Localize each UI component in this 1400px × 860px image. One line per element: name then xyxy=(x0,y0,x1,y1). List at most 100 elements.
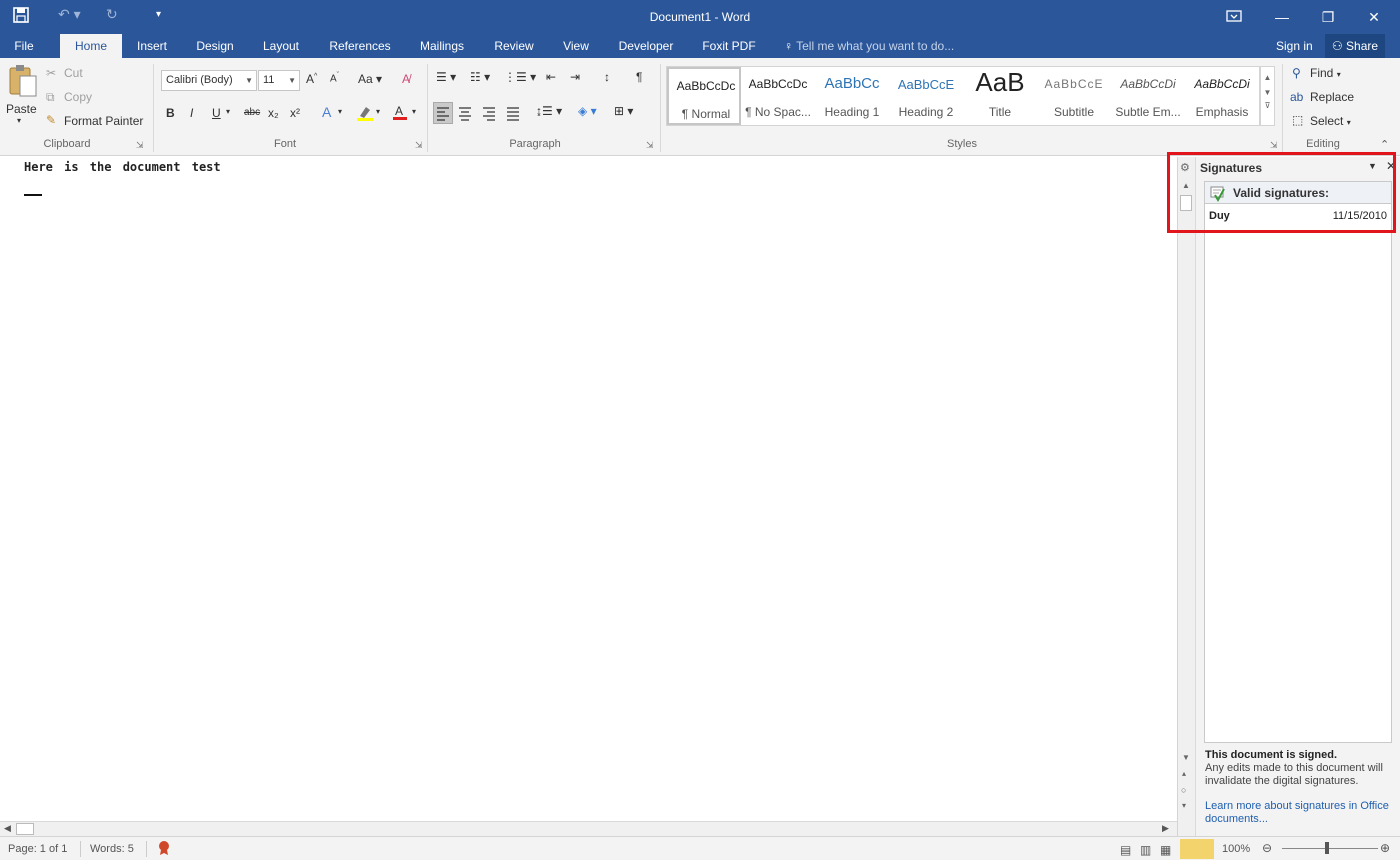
font-launcher-icon[interactable]: ⇲ xyxy=(415,140,423,151)
paste-button[interactable]: Paste xyxy=(6,102,37,116)
styles-scroll[interactable]: ▲ ▼ ⊽ xyxy=(1260,66,1275,126)
tab-file[interactable]: File xyxy=(4,34,44,58)
tab-layout[interactable]: Layout xyxy=(256,34,306,58)
bullets-icon[interactable]: ☰ ▾ xyxy=(436,70,456,84)
grow-font-icon[interactable]: A^ xyxy=(306,72,317,86)
select-button[interactable]: Select ▾ xyxy=(1310,114,1351,128)
document-text[interactable]: Here is the document test xyxy=(24,160,221,174)
chevron-down-icon[interactable]: ▾ xyxy=(338,107,342,116)
scroll-right-icon[interactable]: ▶ xyxy=(1162,823,1169,834)
styles-launcher-icon[interactable]: ⇲ xyxy=(1270,140,1278,151)
align-left-icon[interactable] xyxy=(433,102,453,124)
style-emphasis[interactable]: AaBbCcDi Emphasis xyxy=(1185,67,1259,125)
sort-icon[interactable]: ↕ xyxy=(604,70,610,84)
zoom-slider-thumb[interactable] xyxy=(1325,842,1329,854)
strikethrough-button[interactable]: abc xyxy=(244,107,260,118)
scroll-down-icon[interactable]: ▼ xyxy=(1182,753,1190,762)
chevron-down-icon[interactable]: ▾ xyxy=(412,107,416,116)
style-title[interactable]: AaB Title xyxy=(963,67,1037,125)
word-count[interactable]: Words: 5 xyxy=(90,843,134,855)
zoom-slider[interactable] xyxy=(1282,848,1378,849)
print-layout-icon[interactable]: ▥ xyxy=(1140,843,1151,857)
align-center-icon[interactable] xyxy=(456,104,474,125)
tab-foxit-pdf[interactable]: Foxit PDF xyxy=(696,34,762,58)
tab-references[interactable]: References xyxy=(322,34,398,58)
page-count[interactable]: Page: 1 of 1 xyxy=(8,843,67,855)
highlight-color-icon[interactable] xyxy=(356,104,374,125)
decrease-indent-icon[interactable]: ⇤ xyxy=(546,70,556,84)
paragraph-launcher-icon[interactable]: ⇲ xyxy=(646,140,654,151)
web-layout-icon[interactable]: ▦ xyxy=(1160,843,1171,857)
signature-status-icon[interactable] xyxy=(156,840,172,859)
font-size-select[interactable]: 11 ▼ xyxy=(258,70,300,91)
previous-page-icon[interactable]: ▴ xyxy=(1182,769,1186,778)
read-mode-icon[interactable]: ▤ xyxy=(1120,843,1131,857)
shading-icon[interactable]: ◈ ▾ xyxy=(578,104,597,118)
subscript-button[interactable]: x₂ xyxy=(268,106,279,120)
collapse-ribbon-icon[interactable]: ⌃ xyxy=(1380,138,1389,151)
clipboard-launcher-icon[interactable]: ⇲ xyxy=(136,140,144,151)
learn-more-link[interactable]: Learn more about signatures in Office do… xyxy=(1205,800,1395,826)
paste-dropdown-icon[interactable]: ▾ xyxy=(17,116,21,125)
scroll-left-icon[interactable]: ◀ xyxy=(4,823,11,834)
style-subtle-emphasis[interactable]: AaBbCcDi Subtle Em... xyxy=(1111,67,1185,125)
text-effects-icon[interactable]: A xyxy=(322,104,331,120)
underline-button[interactable]: U xyxy=(212,106,221,120)
tab-review[interactable]: Review xyxy=(488,34,540,58)
minimize-icon[interactable]: — xyxy=(1262,4,1302,30)
change-case-button[interactable]: Aa ▾ xyxy=(358,72,382,86)
tab-insert[interactable]: Insert xyxy=(130,34,174,58)
style-heading-1[interactable]: AaBbCc Heading 1 xyxy=(815,67,889,125)
restore-icon[interactable]: ❐ xyxy=(1308,4,1348,30)
shrink-font-icon[interactable]: Aˇ xyxy=(330,72,339,84)
italic-button[interactable]: I xyxy=(190,106,193,120)
find-button[interactable]: Find ▾ xyxy=(1310,66,1341,80)
increase-indent-icon[interactable]: ⇥ xyxy=(570,70,580,84)
horizontal-scrollbar[interactable]: ◀ ▶ xyxy=(0,821,1177,836)
share-button[interactable]: ⚇ Share xyxy=(1325,34,1385,58)
tab-home[interactable]: Home xyxy=(60,34,122,58)
style-no-spacing[interactable]: AaBbCcDc ¶ No Spac... xyxy=(741,67,815,125)
clear-formatting-icon[interactable]: A̸ xyxy=(402,72,410,86)
superscript-button[interactable]: x² xyxy=(290,106,300,120)
line-spacing-icon[interactable]: ↨☰ ▾ xyxy=(536,104,562,118)
scroll-up-icon[interactable]: ▲ xyxy=(1261,73,1274,82)
close-icon[interactable]: ✕ xyxy=(1354,4,1394,30)
tell-me-search[interactable]: ♀ Tell me what you want to do... xyxy=(784,34,954,58)
tab-mailings[interactable]: Mailings xyxy=(412,34,472,58)
next-page-icon[interactable]: ▾ xyxy=(1182,801,1186,810)
copy-button[interactable]: Copy xyxy=(64,90,92,104)
align-right-icon[interactable] xyxy=(480,104,498,125)
zoom-out-icon[interactable]: ⊖ xyxy=(1262,841,1272,855)
bold-button[interactable]: B xyxy=(166,106,175,120)
paste-icon[interactable] xyxy=(6,64,40,100)
style-heading-2[interactable]: AaBbCcE Heading 2 xyxy=(889,67,963,125)
format-painter-button[interactable]: Format Painter xyxy=(64,114,143,128)
ribbon-display-icon[interactable] xyxy=(1214,4,1254,30)
more-styles-icon[interactable]: ⊽ xyxy=(1261,101,1274,110)
tab-developer[interactable]: Developer xyxy=(612,34,680,58)
chevron-down-icon[interactable]: ▾ xyxy=(226,107,230,116)
tab-view[interactable]: View xyxy=(556,34,596,58)
multilevel-list-icon[interactable]: ⋮☰ ▾ xyxy=(504,70,536,84)
chevron-down-icon[interactable]: ▾ xyxy=(376,107,380,116)
borders-icon[interactable]: ⊞ ▾ xyxy=(614,104,633,118)
sign-in-link[interactable]: Sign in xyxy=(1276,34,1313,58)
show-formatting-icon[interactable]: ¶ xyxy=(636,70,642,84)
style-normal[interactable]: AaBbCcDc ¶ Normal xyxy=(667,67,741,125)
justify-icon[interactable] xyxy=(504,104,522,125)
scroll-thumb[interactable] xyxy=(16,823,34,835)
style-subtitle[interactable]: AaBbCcE Subtitle xyxy=(1037,67,1111,125)
scroll-down-icon[interactable]: ▼ xyxy=(1261,88,1274,97)
focus-view-icon[interactable] xyxy=(1180,839,1214,859)
font-color-icon[interactable]: A xyxy=(392,103,408,124)
numbering-icon[interactable]: ☷ ▾ xyxy=(470,70,490,84)
replace-button[interactable]: Replace xyxy=(1310,90,1354,104)
browse-object-icon[interactable]: ○ xyxy=(1181,785,1186,795)
zoom-level[interactable]: 100% xyxy=(1222,843,1250,855)
zoom-in-icon[interactable]: ⊕ xyxy=(1380,841,1390,855)
tab-design[interactable]: Design xyxy=(190,34,240,58)
document-canvas[interactable]: Here is the document test xyxy=(0,157,1177,821)
font-name-select[interactable]: Calibri (Body) ▼ xyxy=(161,70,257,91)
cut-button[interactable]: Cut xyxy=(64,66,83,80)
